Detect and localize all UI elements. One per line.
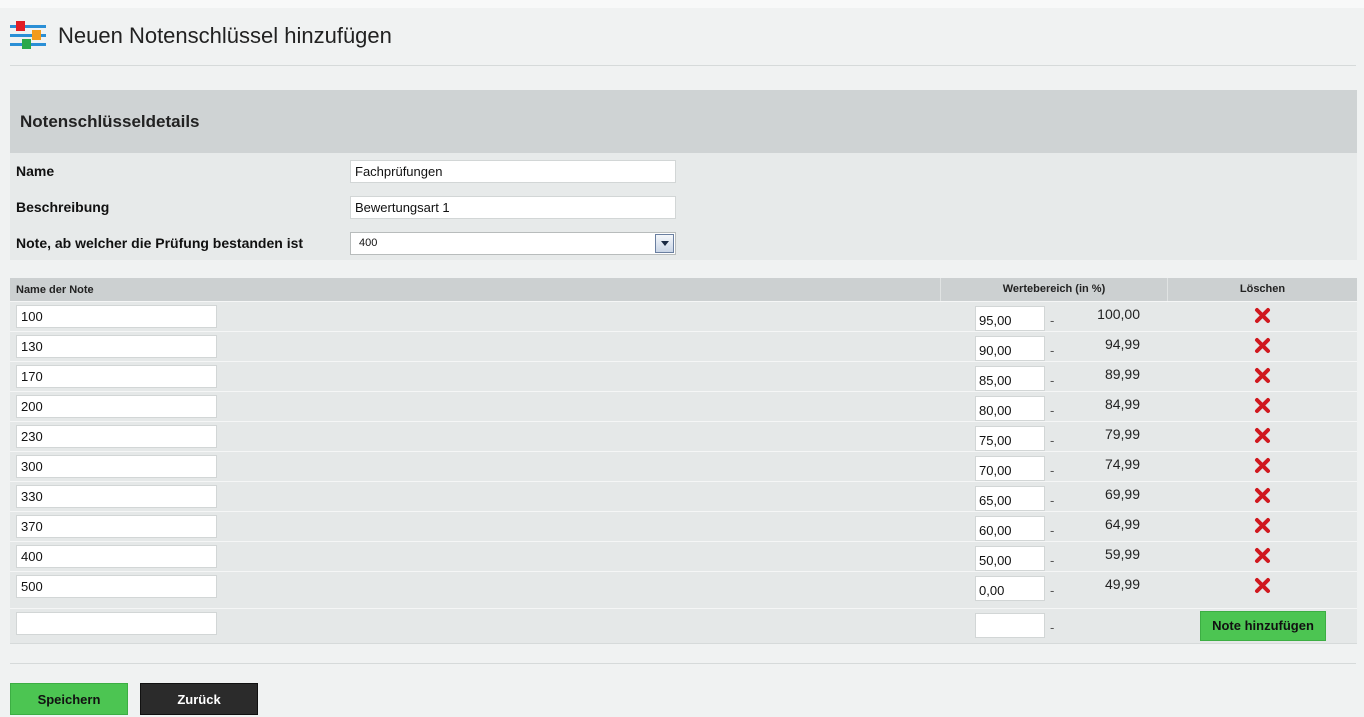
- top-strip: [0, 0, 1364, 8]
- details-heading: Notenschlüsseldetails: [10, 90, 1357, 153]
- range-dash: -: [1050, 523, 1055, 538]
- table-row: - 89,99: [10, 361, 1357, 391]
- range-dash: -: [1050, 620, 1055, 635]
- range-from-input[interactable]: [975, 426, 1045, 451]
- new-range-from-input[interactable]: [975, 613, 1045, 638]
- grade-name-input[interactable]: [16, 455, 217, 478]
- range-from-input[interactable]: [975, 306, 1045, 331]
- range-dash: -: [1050, 553, 1055, 568]
- range-from-input[interactable]: [975, 486, 1045, 511]
- range-from-input[interactable]: [975, 366, 1045, 391]
- range-dash: -: [1050, 313, 1055, 328]
- back-button[interactable]: Zurück: [140, 683, 258, 715]
- range-to-value: 49,99: [1104, 576, 1140, 592]
- pass-grade-value: 400: [359, 237, 378, 249]
- range-dash: -: [1050, 343, 1055, 358]
- grade-name-input[interactable]: [16, 575, 217, 598]
- pass-grade-row: Note, ab welcher die Prüfung bestanden i…: [10, 231, 1357, 255]
- table-row: - 79,99: [10, 421, 1357, 451]
- column-header-delete: Löschen: [1239, 283, 1286, 295]
- range-from-input[interactable]: [975, 456, 1045, 481]
- table-row: - 94,99: [10, 331, 1357, 361]
- page: Neuen Notenschlüssel hinzufügen Notensch…: [0, 0, 1364, 717]
- range-to-value: 79,99: [1104, 426, 1140, 442]
- column-header-name: Name der Note: [16, 284, 94, 296]
- description-row: Beschreibung: [10, 195, 1357, 219]
- delete-icon[interactable]: [1254, 547, 1271, 564]
- range-dash: -: [1050, 433, 1055, 448]
- table-row: - 59,99: [10, 541, 1357, 571]
- grades-table-header: Name der Note Wertebereich (in %) Lösche…: [10, 278, 1357, 301]
- range-from-input[interactable]: [975, 396, 1045, 421]
- grade-name-input[interactable]: [16, 365, 217, 388]
- table-row: - 69,99: [10, 481, 1357, 511]
- table-row: - 74,99: [10, 451, 1357, 481]
- range-dash: -: [1050, 373, 1055, 388]
- range-to-value: 74,99: [1104, 456, 1140, 472]
- range-from-input[interactable]: [975, 336, 1045, 361]
- table-row: - 49,99: [10, 571, 1357, 601]
- grade-name-input[interactable]: [16, 485, 217, 508]
- range-dash: -: [1050, 583, 1055, 598]
- range-dash: -: [1050, 493, 1055, 508]
- range-to-value: 100,00: [1097, 306, 1140, 322]
- page-header: Neuen Notenschlüssel hinzufügen: [10, 14, 392, 58]
- delete-icon[interactable]: [1254, 307, 1271, 324]
- add-grade-button[interactable]: Note hinzufügen: [1200, 611, 1326, 641]
- grades-table: Name der Note Wertebereich (in %) Lösche…: [10, 278, 1357, 644]
- details-panel: Notenschlüsseldetails Name Beschreibung …: [10, 90, 1357, 260]
- new-grade-row: - Note hinzufügen: [10, 608, 1357, 644]
- grade-name-input[interactable]: [16, 545, 217, 568]
- range-to-value: 69,99: [1104, 486, 1140, 502]
- range-to-value: 89,99: [1104, 366, 1140, 382]
- grade-name-input[interactable]: [16, 395, 217, 418]
- sliders-icon: [10, 21, 46, 49]
- delete-icon[interactable]: [1254, 427, 1271, 444]
- range-to-value: 84,99: [1104, 396, 1140, 412]
- range-from-input[interactable]: [975, 576, 1045, 601]
- save-button[interactable]: Speichern: [10, 683, 128, 715]
- delete-icon[interactable]: [1254, 337, 1271, 354]
- page-title: Neuen Notenschlüssel hinzufügen: [58, 23, 392, 48]
- pass-grade-select[interactable]: 400: [350, 231, 676, 255]
- range-to-value: 59,99: [1104, 546, 1140, 562]
- range-to-value: 94,99: [1104, 336, 1140, 352]
- description-input[interactable]: [350, 195, 676, 219]
- header-divider: [10, 65, 1356, 66]
- grade-name-input[interactable]: [16, 515, 217, 538]
- description-label: Beschreibung: [16, 199, 110, 215]
- delete-icon[interactable]: [1254, 457, 1271, 474]
- grade-name-input[interactable]: [16, 425, 217, 448]
- pass-grade-label: Note, ab welcher die Prüfung bestanden i…: [16, 235, 304, 251]
- range-to-value: 64,99: [1104, 516, 1140, 532]
- name-row: Name: [10, 159, 1357, 183]
- range-dash: -: [1050, 463, 1055, 478]
- range-from-input[interactable]: [975, 516, 1045, 541]
- delete-icon[interactable]: [1254, 397, 1271, 414]
- column-header-range: Wertebereich (in %): [940, 278, 1168, 301]
- table-row: - 100,00: [10, 301, 1357, 331]
- name-label: Name: [16, 163, 55, 179]
- table-row: - 64,99: [10, 511, 1357, 541]
- name-input[interactable]: [350, 159, 676, 183]
- grade-name-input[interactable]: [16, 335, 217, 358]
- range-from-input[interactable]: [975, 546, 1045, 571]
- table-row: - 84,99: [10, 391, 1357, 421]
- delete-icon[interactable]: [1254, 367, 1271, 384]
- chevron-down-icon[interactable]: [655, 233, 674, 253]
- delete-icon[interactable]: [1254, 487, 1271, 504]
- delete-icon[interactable]: [1254, 517, 1271, 534]
- delete-icon[interactable]: [1254, 577, 1271, 594]
- new-grade-name-input[interactable]: [16, 612, 217, 635]
- range-dash: -: [1050, 403, 1055, 418]
- grade-name-input[interactable]: [16, 305, 217, 328]
- footer-divider: [10, 663, 1356, 664]
